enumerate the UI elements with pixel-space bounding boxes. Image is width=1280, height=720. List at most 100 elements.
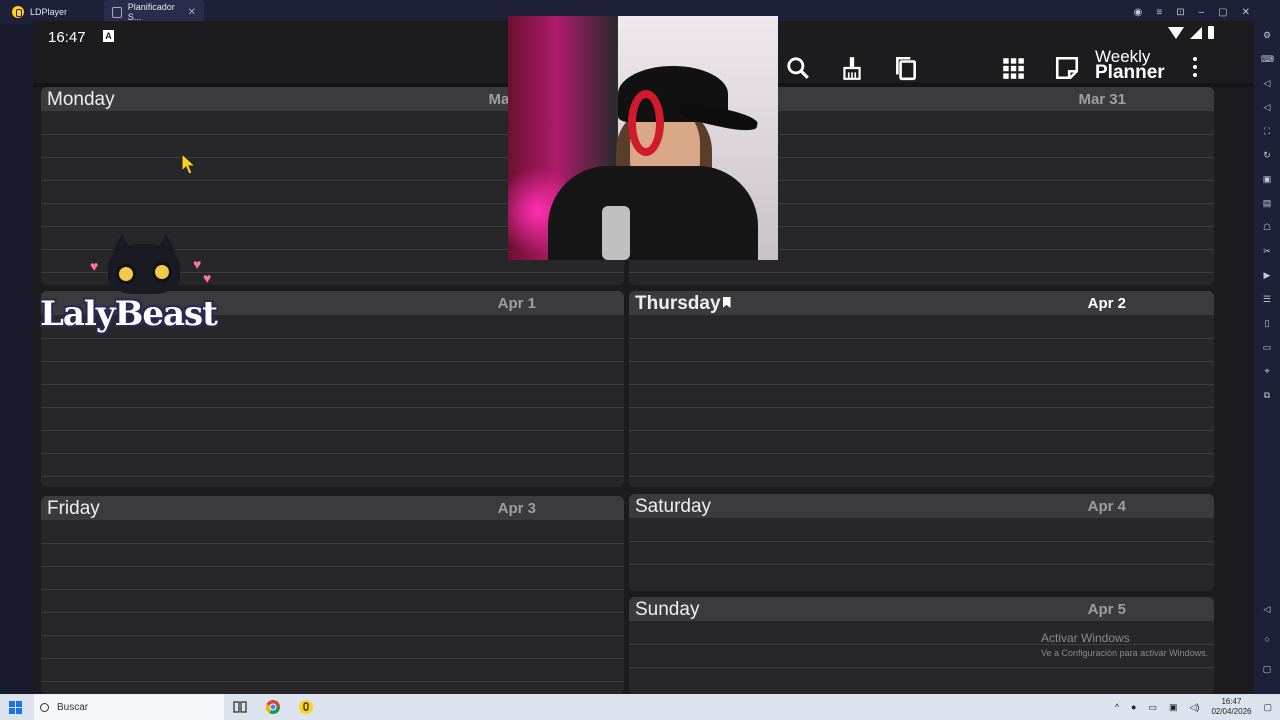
settings-icon[interactable]: ⚙: [1261, 30, 1273, 40]
desktop: LDPlayer Planificador S... ✕ ◉ ≡ ⊡ – ▢ ✕…: [0, 0, 1280, 720]
note-line: [629, 407, 1214, 408]
multi-window-icon[interactable]: ⧉: [1261, 390, 1273, 400]
volume-icon[interactable]: ◁): [1190, 702, 1200, 713]
start-button[interactable]: [9, 701, 22, 714]
restore-icon[interactable]: ⊡: [1176, 7, 1184, 18]
grid-icon[interactable]: [1000, 55, 1026, 81]
microphone-tray-icon[interactable]: ●: [1131, 702, 1136, 712]
note-line: [629, 453, 1214, 454]
fullscreen-icon[interactable]: ⛶: [1261, 126, 1273, 136]
sync-icon[interactable]: ↻: [1261, 150, 1273, 160]
note-line: [41, 430, 624, 431]
day-name: Sunday: [635, 599, 700, 620]
day-date: Apr 3: [497, 500, 536, 517]
folder-icon[interactable]: ▭: [1261, 342, 1273, 352]
note-line: [629, 338, 1214, 339]
note-line: [41, 407, 624, 408]
day-card-saturday[interactable]: Saturday Apr 4: [629, 494, 1214, 591]
tab-label: LDPlayer: [30, 7, 68, 17]
volume-up-icon[interactable]: ◁: [1261, 78, 1273, 88]
app-title-line2: Planner: [1095, 62, 1165, 83]
wifi-icon: [1168, 26, 1184, 39]
activation-watermark-title: Activar Windows: [1041, 631, 1130, 645]
clock-date: 02/04/2026: [1211, 707, 1252, 716]
day-card-sunday[interactable]: Sunday Apr 5: [629, 597, 1214, 694]
note-line: [41, 453, 624, 454]
clock-time: 16:47: [1221, 697, 1242, 706]
taskbar: Buscar ^ ● ▭ ▣ ◁) 16:47 02/04/2026 ▢: [0, 694, 1280, 720]
taskbar-search[interactable]: Buscar: [34, 694, 224, 720]
note-line: [629, 361, 1214, 362]
ldplayer-taskbar-icon[interactable]: [298, 699, 314, 715]
note-line: [629, 272, 1214, 273]
tab-label: Planificador S...: [127, 2, 175, 22]
note-line: [41, 612, 624, 613]
signal-icon: [1190, 26, 1202, 39]
note-line: [629, 564, 1214, 565]
note-icon[interactable]: [1054, 55, 1080, 81]
screenshot-icon[interactable]: ▣: [1261, 174, 1273, 184]
cat-mascot-icon: [108, 234, 180, 294]
brand-text: LalyBeast: [40, 294, 218, 334]
notification-icon[interactable]: ▢: [1263, 702, 1272, 713]
note-line: [41, 635, 624, 636]
day-date: Apr 1: [497, 295, 536, 312]
task-view-icon[interactable]: [232, 699, 248, 715]
network-icon[interactable]: ▣: [1169, 702, 1178, 713]
note-line: [41, 384, 624, 385]
back-nav-icon[interactable]: ◁: [1261, 604, 1273, 614]
record-icon[interactable]: ▤: [1261, 198, 1273, 208]
day-card-friday[interactable]: Friday Apr 3: [41, 496, 624, 694]
status-indicators: [1168, 26, 1214, 39]
chrome-icon[interactable]: [265, 699, 281, 715]
recents-nav-icon[interactable]: ▢: [1261, 664, 1273, 674]
menu-icon[interactable]: ≡: [1156, 7, 1162, 18]
close-window-icon[interactable]: ✕: [1242, 7, 1250, 18]
list-icon[interactable]: ☰: [1261, 294, 1273, 304]
broom-icon[interactable]: [839, 55, 865, 81]
more-vert-icon[interactable]: [1193, 57, 1197, 77]
document-icon: [112, 6, 122, 18]
keyboard-icon[interactable]: ⌨: [1261, 54, 1274, 64]
robot-icon[interactable]: ☖: [1261, 222, 1273, 232]
webcam-overlay: [508, 16, 778, 260]
system-tray: ^ ● ▭ ▣ ◁) 16:47 02/04/2026 ▢: [1115, 694, 1272, 720]
day-name: Saturday: [635, 496, 712, 517]
cut-icon[interactable]: ✂: [1261, 246, 1273, 256]
moon-icon[interactable]: [947, 55, 973, 81]
heart-icon: ♥: [193, 256, 202, 272]
app-title: Weekly Planner: [1095, 48, 1165, 83]
day-card-thursday[interactable]: Thursday Apr 2: [629, 291, 1214, 487]
location-icon[interactable]: ⌖: [1261, 366, 1273, 376]
search-icon[interactable]: [785, 55, 811, 81]
webcam-person-body: [548, 166, 758, 260]
note-line: [41, 476, 624, 477]
ldplayer-logo-icon: [12, 6, 24, 18]
chevron-up-icon[interactable]: ^: [1115, 702, 1119, 712]
volume-down-icon[interactable]: ◁: [1261, 102, 1273, 112]
heart-icon: ♥: [203, 270, 212, 286]
maximize-icon[interactable]: ▢: [1218, 7, 1227, 18]
cat-eye: [116, 264, 136, 284]
note-line: [629, 667, 1214, 668]
day-date: Mar 31: [1078, 91, 1126, 108]
close-icon[interactable]: ✕: [188, 7, 196, 18]
minimize-icon[interactable]: –: [1199, 7, 1205, 18]
storage-icon[interactable]: ▭: [1148, 702, 1157, 713]
video-icon[interactable]: ▶: [1261, 270, 1273, 280]
day-date: Apr 5: [1087, 601, 1126, 618]
activation-watermark-subtitle: Ve a Configuración para activar Windows.: [1041, 648, 1209, 658]
note-line: [629, 430, 1214, 431]
note-line: [629, 541, 1214, 542]
microphone-icon: [602, 206, 630, 260]
note-line: [41, 338, 624, 339]
streamer-logo: ♥ ♥ ♥ LalyBeast: [38, 234, 234, 336]
account-icon[interactable]: ◉: [1134, 7, 1143, 18]
day-name: Friday: [47, 498, 100, 519]
taskbar-clock[interactable]: 16:47 02/04/2026: [1211, 697, 1251, 717]
note-line: [41, 658, 624, 659]
phone-icon[interactable]: ▯: [1261, 318, 1273, 328]
home-nav-icon[interactable]: ○: [1261, 634, 1273, 644]
day-date: Apr 2: [1087, 295, 1126, 312]
copy-icon[interactable]: [893, 55, 919, 81]
